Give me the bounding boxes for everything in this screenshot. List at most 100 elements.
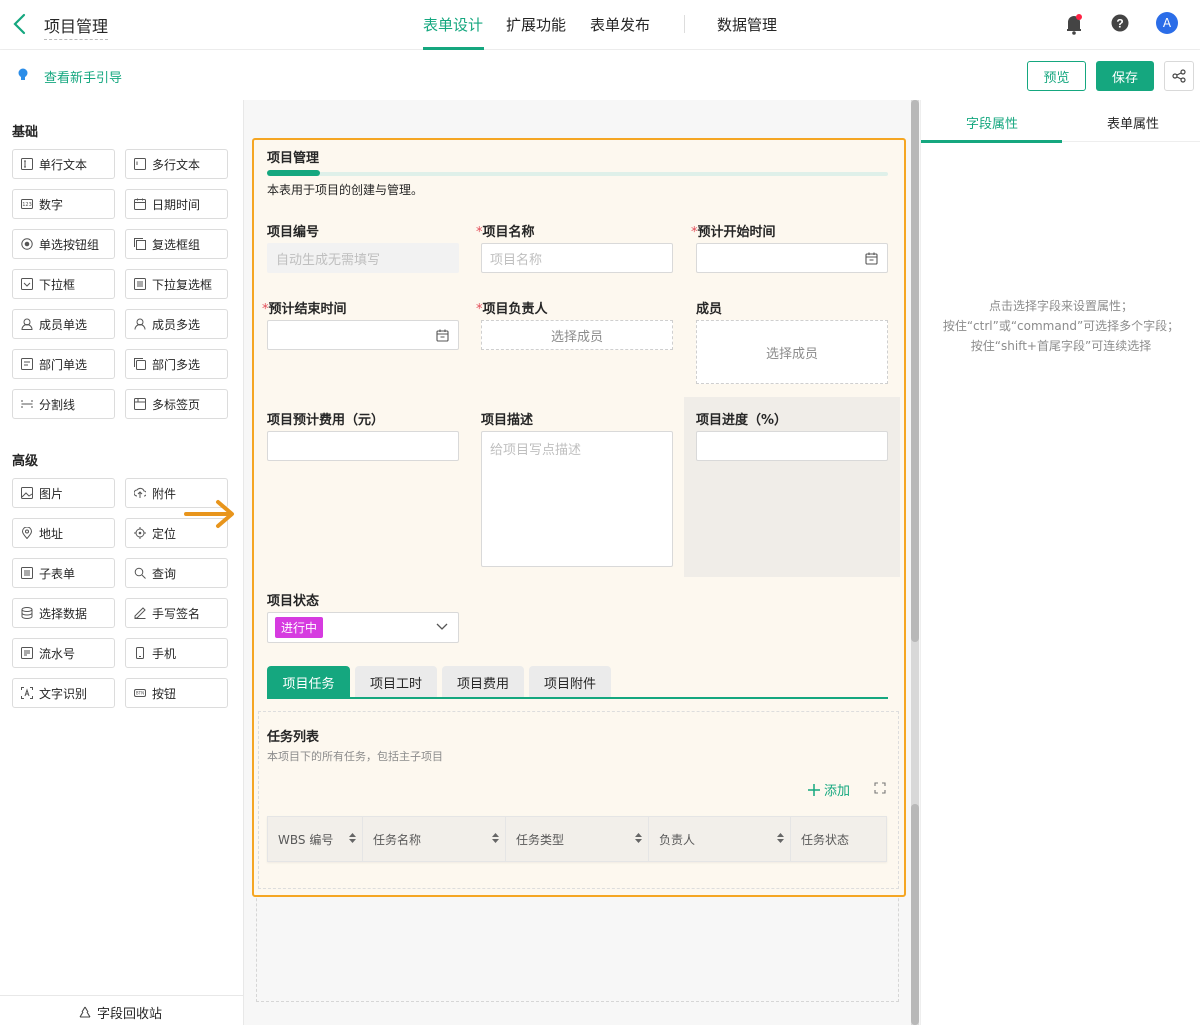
field-button[interactable]: 分割线: [12, 389, 115, 419]
sort-icon[interactable]: [635, 833, 642, 843]
members-selector[interactable]: 选择成员: [696, 320, 888, 384]
bell-icon[interactable]: [1064, 13, 1084, 35]
field-button-label: 图片: [39, 486, 64, 501]
recycle-icon: [78, 1006, 92, 1020]
field-button[interactable]: 复选框组: [125, 229, 228, 259]
save-button[interactable]: 保存: [1096, 61, 1154, 91]
project-status-select[interactable]: 进行中: [267, 612, 459, 643]
field-button[interactable]: 查询: [125, 558, 228, 588]
field-button[interactable]: 手机: [125, 638, 228, 668]
guide-link[interactable]: 查看新手引导: [44, 67, 122, 86]
share-button[interactable]: [1164, 61, 1194, 91]
avatar[interactable]: A: [1156, 12, 1178, 34]
scrollbar-thumb-lower[interactable]: [911, 804, 919, 1025]
field-button[interactable]: 手写签名: [125, 598, 228, 628]
project-owner-selector[interactable]: 选择成员: [481, 320, 673, 350]
single-line-text-icon: [21, 158, 33, 170]
project-progress-input[interactable]: [696, 431, 888, 461]
column-header-wbs[interactable]: WBS 编号: [268, 817, 363, 861]
location-pin-icon: [21, 527, 33, 539]
field-button[interactable]: 选择数据: [12, 598, 115, 628]
label-text: 项目名称: [482, 225, 535, 240]
number-icon: 123: [21, 198, 33, 210]
field-button-label: 按钮: [152, 686, 177, 701]
field-button[interactable]: 成员单选: [12, 309, 115, 339]
tab-extensions[interactable]: 扩展功能: [506, 14, 566, 35]
project-description-textarea[interactable]: 给项目写点描述: [481, 431, 673, 567]
field-button[interactable]: 下拉复选框: [125, 269, 228, 299]
field-button[interactable]: 多行文本: [125, 149, 228, 179]
label-project-cost: 项目预计费用（元）: [267, 413, 385, 428]
calendar-icon[interactable]: [865, 252, 878, 265]
svg-text:BTN: BTN: [136, 691, 144, 696]
back-arrow-icon[interactable]: [12, 12, 28, 36]
field-button-label: 单选按钮组: [39, 237, 100, 252]
field-button[interactable]: 流水号: [12, 638, 115, 668]
tab-form-properties[interactable]: 表单属性: [1107, 113, 1159, 132]
preview-button[interactable]: 预览: [1027, 61, 1086, 91]
field-button[interactable]: 图片: [12, 478, 115, 508]
tab-project-tasks[interactable]: 项目任务: [267, 666, 350, 698]
tab-project-costs[interactable]: 项目费用: [442, 666, 524, 698]
tab-project-hours[interactable]: 项目工时: [355, 666, 437, 698]
column-header-task-name[interactable]: 任务名称: [363, 817, 506, 861]
tab-data-management[interactable]: 数据管理: [717, 14, 777, 35]
field-button-label: 子表单: [39, 566, 76, 581]
start-time-input[interactable]: [696, 243, 888, 273]
tab-project-attachments[interactable]: 项目附件: [529, 666, 611, 698]
field-button[interactable]: 部门多选: [125, 349, 228, 379]
checkbox-icon: [134, 238, 146, 250]
calendar-icon[interactable]: [436, 329, 449, 342]
column-label: 负责人: [659, 832, 696, 847]
field-button-label: 手机: [152, 646, 177, 661]
sort-icon[interactable]: [777, 833, 784, 843]
column-label: 任务名称: [373, 832, 422, 847]
field-button[interactable]: 单行文本: [12, 149, 115, 179]
field-button[interactable]: 部门单选: [12, 349, 115, 379]
column-header-task-type[interactable]: 任务类型: [506, 817, 649, 861]
field-button[interactable]: 单选按钮组: [12, 229, 115, 259]
column-header-task-status[interactable]: 任务状态: [791, 817, 886, 861]
form-description: 本表用于项目的创建与管理。: [267, 183, 424, 197]
column-header-assignee[interactable]: 负责人: [649, 817, 791, 861]
field-button[interactable]: BTN 按钮: [125, 678, 228, 708]
divider-icon: [21, 398, 33, 410]
title-underline-track: [267, 172, 888, 176]
scrollbar-thumb[interactable]: [911, 100, 919, 642]
help-icon[interactable]: ?: [1111, 14, 1129, 32]
field-button-label: 数字: [39, 197, 64, 212]
field-button[interactable]: 地址: [12, 518, 115, 548]
tab-publish[interactable]: 表单发布: [590, 14, 650, 35]
end-time-input[interactable]: [267, 320, 459, 350]
add-row-button[interactable]: 添加: [808, 780, 850, 799]
multi-line-text-icon: [134, 158, 146, 170]
field-button[interactable]: 子表单: [12, 558, 115, 588]
sort-icon[interactable]: [492, 833, 499, 843]
app-title[interactable]: 项目管理: [44, 13, 109, 40]
field-button[interactable]: 123 数字: [12, 189, 115, 219]
database-icon: [21, 607, 33, 619]
label-project-progress: 项目进度（%）: [696, 413, 788, 428]
project-code-input[interactable]: 自动生成无需填写: [267, 243, 459, 273]
recycle-bin-button[interactable]: 字段回收站: [78, 1003, 162, 1022]
plus-icon: [808, 783, 820, 796]
field-button[interactable]: 下拉框: [12, 269, 115, 299]
label-text: 预计结束时间: [268, 302, 347, 317]
field-button[interactable]: 文字识别: [12, 678, 115, 708]
project-cost-input[interactable]: [267, 431, 459, 461]
tab-form-design[interactable]: 表单设计: [423, 14, 483, 35]
sort-icon[interactable]: [349, 833, 356, 843]
field-button[interactable]: 成员多选: [125, 309, 228, 339]
label-project-description: 项目描述: [481, 413, 534, 428]
field-button-label: 日期时间: [152, 197, 201, 212]
field-button[interactable]: 多标签页: [125, 389, 228, 419]
subtable-subtitle: 本项目下的所有任务，包括主子项目: [267, 750, 443, 763]
field-button-label: 单行文本: [39, 157, 88, 172]
project-name-input[interactable]: 项目名称: [481, 243, 673, 273]
add-label: 添加: [824, 784, 851, 799]
hint-line: 按住“shift+首尾字段”可连续选择: [970, 339, 1152, 353]
fullscreen-icon[interactable]: [874, 782, 886, 794]
advanced-section-title: 高级: [12, 454, 39, 469]
tab-field-properties[interactable]: 字段属性: [966, 113, 1018, 132]
field-button[interactable]: 日期时间: [125, 189, 228, 219]
